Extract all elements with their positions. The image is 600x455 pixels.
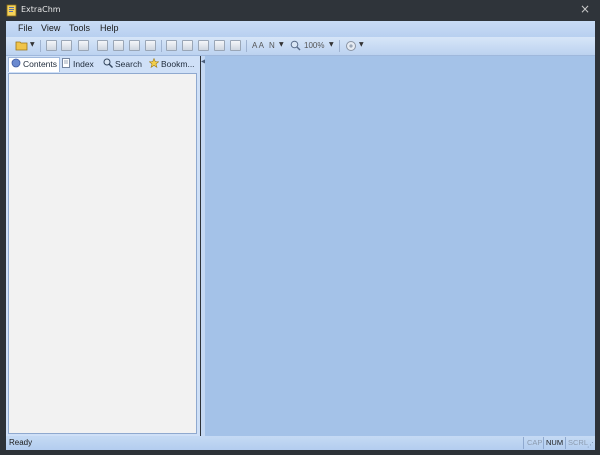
index-icon	[62, 58, 70, 68]
status-separator	[543, 437, 544, 449]
copy-icon[interactable]	[198, 40, 209, 51]
previous-topic-icon[interactable]	[97, 40, 108, 51]
encoding-button[interactable]: N	[269, 41, 275, 50]
status-separator	[523, 437, 524, 449]
toolbar-separator	[40, 40, 41, 52]
menu-bar: File View Tools Help	[6, 21, 595, 37]
font-size-button[interactable]: A A	[252, 41, 264, 50]
tab-index[interactable]: Index	[61, 58, 94, 72]
forward-page-icon[interactable]	[61, 40, 72, 51]
open-dropdown-icon[interactable]: ▼	[30, 41, 35, 48]
home-page-icon[interactable]	[78, 40, 89, 51]
tab-contents[interactable]: Contents	[8, 57, 61, 72]
contents-icon	[11, 58, 21, 68]
menu-tools[interactable]: Tools	[69, 23, 90, 33]
content-view[interactable]	[205, 56, 595, 436]
menu-view[interactable]: View	[41, 23, 60, 33]
close-button[interactable]: ×	[580, 2, 590, 16]
tab-search[interactable]: Search	[103, 58, 142, 72]
resize-grip-icon[interactable]: ⋰	[587, 441, 594, 449]
zoom-icon[interactable]	[290, 40, 301, 51]
web-icon[interactable]	[230, 40, 241, 51]
status-separator	[565, 437, 566, 449]
status-bar: Ready CAP NUM SCRL ⋰	[6, 436, 595, 450]
toolbar: ▼ A A N ▼ 100% ▼ ▼	[6, 37, 595, 56]
toolbar-separator	[246, 40, 247, 52]
menu-file[interactable]: File	[18, 23, 33, 33]
tab-index-label: Index	[73, 59, 94, 69]
options-icon[interactable]	[345, 40, 357, 52]
tab-bookmarks-label: Bookm...	[161, 59, 195, 69]
window-title: ExtraChm	[21, 5, 61, 14]
tab-search-label: Search	[115, 59, 142, 69]
navigation-tabs: Contents Index Search Bookm...	[6, 56, 200, 73]
tab-bookmarks[interactable]: Bookm...	[149, 58, 195, 72]
app-window: ExtraChm × File View Tools Help ▼ A A N …	[0, 0, 600, 455]
open-folder-icon[interactable]	[15, 40, 28, 51]
scroll-lock-indicator: SCRL	[568, 438, 589, 447]
sync-toc-icon[interactable]	[129, 40, 140, 51]
contents-tree[interactable]	[8, 73, 197, 434]
title-bar[interactable]: ExtraChm ×	[0, 0, 600, 21]
find-in-page-icon[interactable]	[166, 40, 177, 51]
toolbar-separator	[339, 40, 340, 52]
app-icon	[6, 4, 17, 17]
menu-help[interactable]: Help	[100, 23, 119, 33]
options-dropdown-icon[interactable]: ▼	[359, 41, 364, 48]
next-topic-icon[interactable]	[113, 40, 124, 51]
search-tool-icon[interactable]	[214, 40, 225, 51]
tab-contents-label: Contents	[23, 59, 58, 69]
num-lock-indicator: NUM	[546, 438, 564, 447]
bookmark-icon	[149, 58, 159, 68]
search-icon	[103, 58, 113, 68]
status-text: Ready	[9, 438, 33, 447]
encoding-dropdown-icon[interactable]: ▼	[279, 41, 284, 48]
navigation-pane: Contents Index Search Bookm...	[6, 56, 200, 436]
print-icon[interactable]	[182, 40, 193, 51]
toolbar-separator	[161, 40, 162, 52]
refresh-icon[interactable]	[145, 40, 156, 51]
zoom-dropdown-icon[interactable]: ▼	[329, 41, 334, 48]
zoom-level[interactable]: 100%	[304, 41, 324, 50]
back-page-icon[interactable]	[46, 40, 57, 51]
caps-lock-indicator: CAP	[527, 438, 543, 447]
